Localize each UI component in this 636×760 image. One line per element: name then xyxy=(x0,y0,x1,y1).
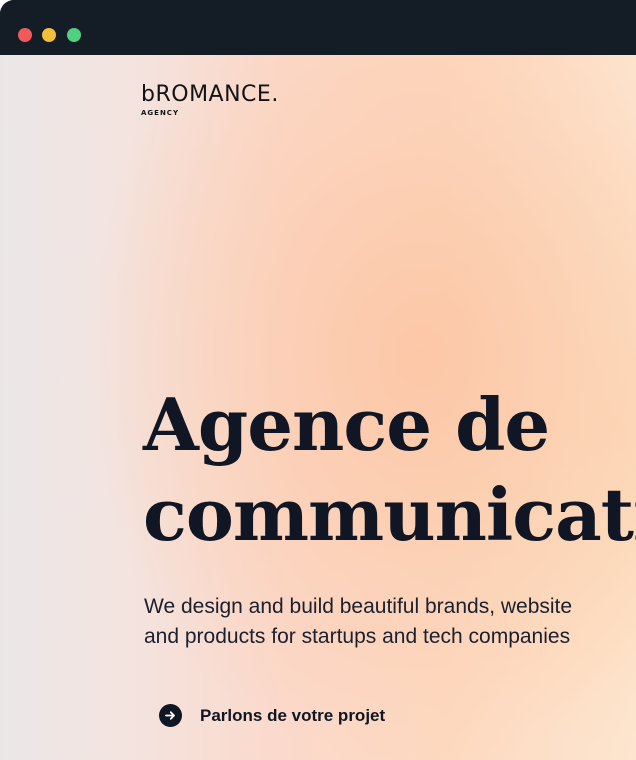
logo-wordmark: bROMANCE. xyxy=(141,82,279,107)
arrow-right-icon xyxy=(159,704,182,727)
contact-cta-label: Parlons de votre projet xyxy=(200,705,386,725)
hero-headline-line-1: Agence de xyxy=(143,382,550,467)
hero-description-line-2: and products for startups and tech compa… xyxy=(144,625,571,648)
close-window-button[interactable] xyxy=(18,28,32,42)
logo-tagline: AGENCY xyxy=(141,109,180,117)
maximize-window-button[interactable] xyxy=(67,28,81,42)
hero-description: We design and build beautiful brands, we… xyxy=(144,592,572,652)
hero-headline-line-2: communicati xyxy=(143,472,636,557)
browser-window: bROMANCE. AGENCY Agence de communicati W… xyxy=(0,0,636,760)
page-viewport: bROMANCE. AGENCY Agence de communicati W… xyxy=(0,55,636,760)
contact-cta-link[interactable]: Parlons de votre projet xyxy=(159,704,385,727)
hero-headline: Agence de communicati xyxy=(143,380,636,560)
hero-description-line-1: We design and build beautiful brands, we… xyxy=(144,595,573,618)
window-titlebar xyxy=(0,0,636,55)
brand-logo[interactable]: bROMANCE. AGENCY xyxy=(141,82,279,118)
minimize-window-button[interactable] xyxy=(42,28,56,42)
